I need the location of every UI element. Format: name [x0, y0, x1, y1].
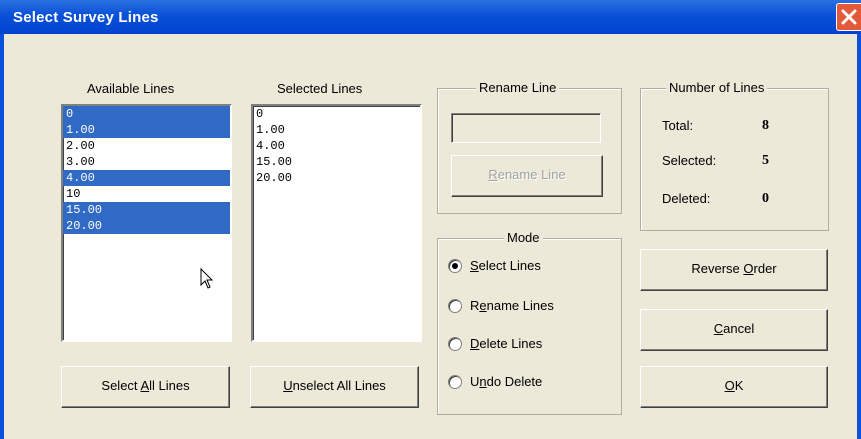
available-lines-listbox[interactable]: 0 1.00 2.00 3.00 4.00 10 15.00 20.00: [61, 104, 232, 342]
radio-indicator[interactable]: [448, 374, 462, 389]
rename-line-button[interactable]: Rename Line: [451, 155, 603, 197]
delete-lines-radio[interactable]: Delete Lines: [448, 336, 542, 351]
undo-delete-radio[interactable]: Undo Delete: [448, 374, 542, 389]
available-line-item[interactable]: 0: [63, 106, 230, 122]
radio-indicator[interactable]: [448, 298, 462, 313]
selected-lines-label: Selected Lines: [277, 81, 363, 96]
window-title: Select Survey Lines: [13, 9, 159, 26]
title-bar[interactable]: Select Survey Lines: [0, 0, 861, 34]
available-line-item[interactable]: 20.00: [63, 218, 230, 234]
window-frame-left: [0, 34, 4, 439]
deleted-label: Deleted:: [662, 191, 711, 206]
selected-count-value: 5: [762, 153, 769, 168]
radio-label: Rename Lines: [470, 298, 554, 313]
close-icon: [841, 9, 857, 25]
ok-button[interactable]: OK: [640, 366, 828, 408]
unselect-all-lines-button[interactable]: Unselect All Lines: [250, 366, 419, 408]
available-line-item[interactable]: 1.00: [63, 122, 230, 138]
rename-lines-radio[interactable]: Rename Lines: [448, 298, 554, 313]
available-line-item[interactable]: 4.00: [63, 170, 230, 186]
number-of-lines-group-title: Number of Lines: [666, 80, 768, 95]
available-line-item[interactable]: 2.00: [63, 138, 230, 154]
rename-line-group-title: Rename Line: [476, 80, 560, 95]
deleted-value: 0: [762, 191, 769, 206]
selected-line-item[interactable]: 20.00: [253, 170, 420, 186]
radio-indicator[interactable]: [448, 336, 462, 351]
total-label: Total:: [662, 118, 694, 133]
reverse-order-button[interactable]: Reverse Order: [640, 249, 828, 291]
mode-group-title: Mode: [504, 230, 543, 245]
radio-label: Select Lines: [470, 258, 541, 273]
radio-indicator[interactable]: [448, 258, 462, 273]
available-line-item[interactable]: 10: [63, 186, 230, 202]
rename-line-input[interactable]: [451, 113, 601, 143]
selected-count-label: Selected:: [662, 153, 717, 168]
selected-lines-listbox[interactable]: 0 1.00 4.00 15.00 20.00: [251, 104, 422, 342]
available-line-item[interactable]: 15.00: [63, 202, 230, 218]
radio-label: Undo Delete: [470, 374, 543, 389]
radio-label: Delete Lines: [470, 336, 543, 351]
selected-line-item[interactable]: 1.00: [253, 122, 420, 138]
close-button[interactable]: [836, 3, 861, 31]
cancel-button[interactable]: Cancel: [640, 309, 828, 351]
available-lines-label: Available Lines: [87, 81, 175, 96]
selected-line-item[interactable]: 4.00: [253, 138, 420, 154]
available-line-item[interactable]: 3.00: [63, 154, 230, 170]
select-lines-radio[interactable]: Select Lines: [448, 258, 541, 273]
total-value: 8: [762, 118, 769, 133]
selected-line-item[interactable]: 15.00: [253, 154, 420, 170]
window-frame-right: [857, 34, 861, 439]
select-all-lines-button[interactable]: Select All Lines: [61, 366, 230, 408]
mouse-pointer-icon: [200, 268, 214, 289]
selected-line-item[interactable]: 0: [253, 106, 420, 122]
